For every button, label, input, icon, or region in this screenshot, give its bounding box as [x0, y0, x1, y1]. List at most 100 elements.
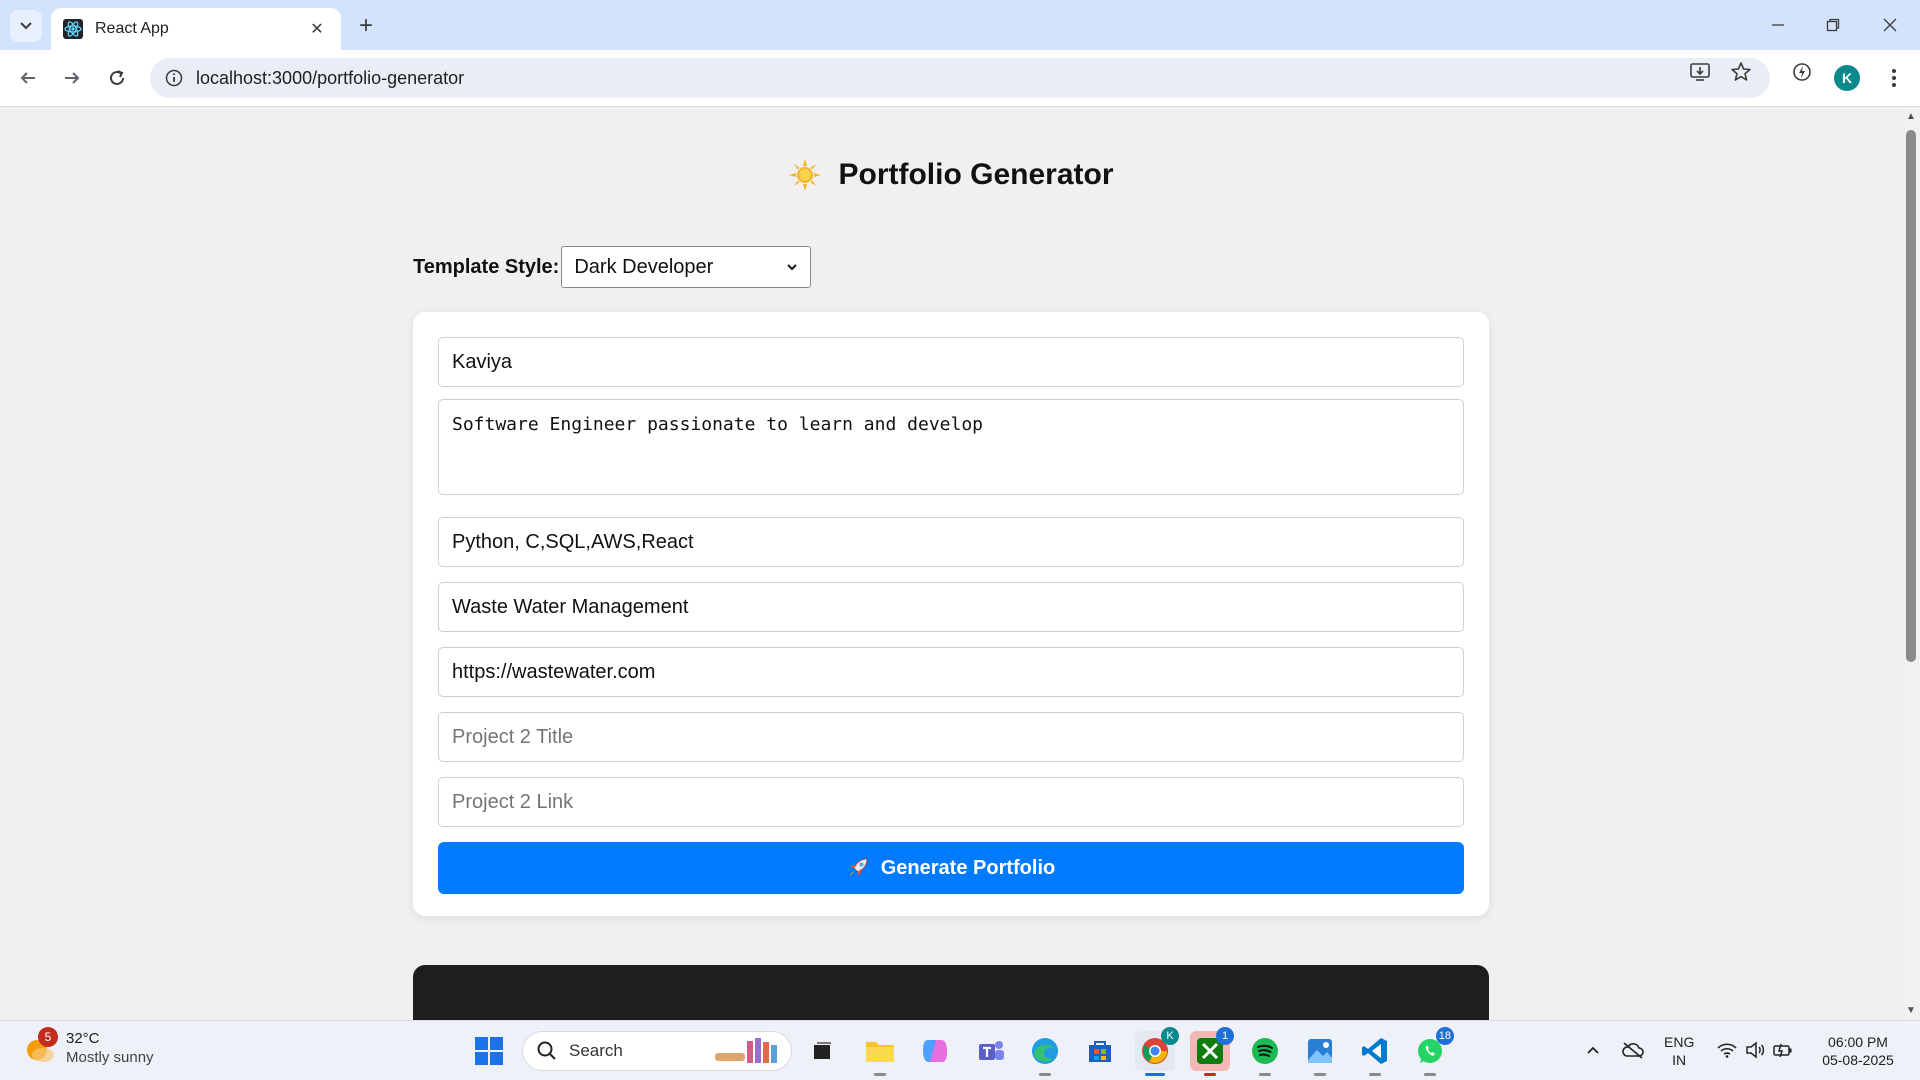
page-scrollbar[interactable]: ▲ ▼: [1902, 108, 1920, 1020]
bookmark-star-icon[interactable]: [1727, 58, 1755, 86]
react-icon: [63, 19, 83, 39]
file-explorer-icon[interactable]: [860, 1031, 900, 1076]
running-indicator: [874, 1073, 886, 1076]
whatsapp-badge: 18: [1435, 1027, 1454, 1045]
minimize-button[interactable]: [1758, 8, 1798, 42]
running-indicator: [1369, 1073, 1381, 1076]
project1-title-input[interactable]: Waste Water Management: [438, 582, 1464, 632]
url-text: localhost:3000/portfolio-generator: [196, 67, 465, 88]
reload-button[interactable]: [101, 62, 133, 94]
search-icon: [537, 1041, 556, 1060]
restore-icon: [1826, 18, 1840, 32]
close-window-button[interactable]: [1870, 8, 1910, 42]
xbox-badge: 1: [1216, 1027, 1234, 1045]
project2-link-input[interactable]: Project 2 Link: [438, 777, 1464, 827]
bio-textarea[interactable]: Software Engineer passionate to learn an…: [438, 399, 1464, 495]
new-tab-button[interactable]: +: [352, 12, 380, 40]
profile-avatar[interactable]: K: [1834, 65, 1860, 91]
browser-tab[interactable]: React App ✕: [51, 8, 341, 50]
site-info-icon[interactable]: [162, 66, 186, 90]
tab-close-icon[interactable]: ✕: [305, 17, 329, 41]
scroll-down-icon[interactable]: ▼: [1906, 1006, 1916, 1016]
back-button[interactable]: [12, 62, 44, 94]
arrow-right-icon: [65, 72, 80, 84]
weather-widget[interactable]: 5 32°C Mostly sunny: [24, 1027, 154, 1067]
onedrive-offline-icon[interactable]: [1622, 1039, 1644, 1061]
forward-button[interactable]: [56, 62, 88, 94]
language-line2: IN: [1672, 1052, 1687, 1068]
task-view-icon[interactable]: [802, 1031, 842, 1071]
spotify-icon[interactable]: [1245, 1031, 1285, 1076]
weather-badge: 5: [38, 1027, 58, 1047]
language-line1: ENG: [1664, 1034, 1695, 1050]
whatsapp-icon[interactable]: 18: [1410, 1027, 1454, 1076]
microsoft-store-icon[interactable]: [1080, 1031, 1120, 1071]
address-bar[interactable]: localhost:3000/portfolio-generator: [150, 58, 1770, 98]
running-indicator: [1039, 1073, 1051, 1076]
reload-icon: [110, 70, 124, 85]
install-app-icon[interactable]: [1686, 58, 1714, 86]
weather-condition: Mostly sunny: [66, 1049, 154, 1066]
portfolio-preview: [413, 965, 1489, 1020]
sun-icon: [788, 158, 822, 192]
scroll-up-icon[interactable]: ▲: [1906, 112, 1916, 122]
template-style-label: Template Style:: [413, 255, 560, 278]
browser-titlebar: React App ✕ +: [0, 0, 1920, 50]
arrow-left-icon: [20, 72, 35, 84]
tab-title: React App: [95, 20, 169, 37]
chrome-profile-badge: K: [1161, 1027, 1179, 1045]
xbox-icon[interactable]: 1: [1190, 1027, 1234, 1076]
taskbar-search[interactable]: Search: [522, 1031, 792, 1071]
page-title: Portfolio Generator: [0, 158, 1902, 192]
template-style-value: Dark Developer: [574, 255, 714, 278]
running-indicator: [1314, 1073, 1326, 1076]
search-highlight-icon: [715, 1038, 777, 1063]
restore-button[interactable]: [1813, 8, 1853, 42]
weather-temp: 32°C: [66, 1030, 100, 1047]
running-indicator: [1424, 1073, 1436, 1076]
running-indicator: [1259, 1073, 1271, 1076]
page-title-text: Portfolio Generator: [838, 158, 1114, 191]
active-indicator: [1145, 1073, 1165, 1076]
generate-button-label: Generate Portfolio: [880, 856, 1056, 879]
browser-toolbar: localhost:3000/portfolio-generator K: [0, 50, 1920, 107]
skills-input[interactable]: Python, C,SQL,AWS,React: [438, 517, 1464, 567]
close-icon: [1883, 18, 1897, 32]
performance-icon[interactable]: [1788, 58, 1816, 86]
battery-icon[interactable]: [1772, 1039, 1794, 1061]
portfolio-form: Kaviya Software Engineer passionate to l…: [413, 312, 1489, 916]
copilot-icon[interactable]: [915, 1031, 955, 1071]
taskbar-search-label: Search: [569, 1041, 623, 1060]
edge-icon[interactable]: [1025, 1031, 1065, 1076]
chevron-down-icon: [20, 22, 32, 30]
tab-search-button[interactable]: [10, 10, 42, 42]
template-style-row: Template Style: Dark Developer: [413, 246, 812, 288]
more-options-icon[interactable]: [1880, 64, 1908, 92]
template-style-select[interactable]: Dark Developer: [561, 246, 812, 288]
windows-taskbar: 5 32°C Mostly sunny Search K 1 18 ENG IN…: [0, 1020, 1920, 1080]
project1-link-input[interactable]: https://wastewater.com: [438, 647, 1464, 697]
clock[interactable]: 06:00 PM 05-08-2025: [1818, 1033, 1898, 1069]
vscode-icon[interactable]: [1355, 1031, 1395, 1076]
teams-icon[interactable]: [971, 1031, 1011, 1071]
generate-portfolio-button[interactable]: Generate Portfolio: [438, 842, 1464, 894]
chrome-icon[interactable]: K: [1135, 1027, 1179, 1076]
minimize-icon: [1772, 24, 1784, 26]
volume-icon[interactable]: [1744, 1039, 1766, 1061]
rocket-icon: [849, 858, 868, 876]
chevron-up-icon[interactable]: [1582, 1039, 1604, 1061]
start-button[interactable]: [469, 1031, 509, 1071]
sun-cloud-icon: 5: [24, 1027, 58, 1065]
page-viewport: Portfolio Generator Template Style: Dark…: [0, 108, 1902, 1020]
language-indicator[interactable]: ENG IN: [1664, 1033, 1694, 1069]
wifi-icon[interactable]: [1716, 1039, 1738, 1061]
clock-time: 06:00 PM: [1828, 1034, 1888, 1050]
name-input[interactable]: Kaviya: [438, 337, 1464, 387]
photos-icon[interactable]: [1300, 1031, 1340, 1076]
running-indicator: [1204, 1073, 1216, 1076]
project2-title-input[interactable]: Project 2 Title: [438, 712, 1464, 762]
scrollbar-thumb[interactable]: [1906, 130, 1916, 662]
windows-icon: [475, 1037, 503, 1065]
clock-date: 05-08-2025: [1822, 1052, 1894, 1068]
chevron-down-icon: [787, 264, 798, 271]
